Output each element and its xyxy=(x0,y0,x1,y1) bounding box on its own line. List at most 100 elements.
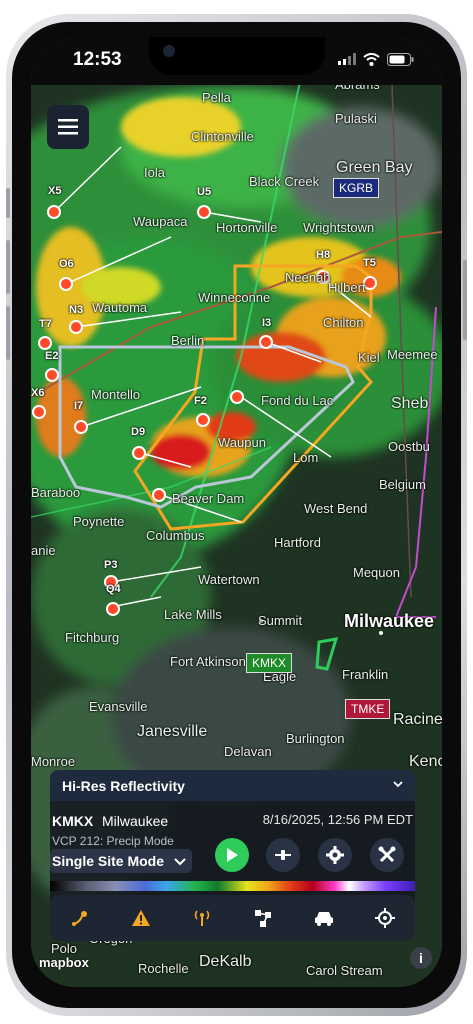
side-button xyxy=(6,240,10,294)
radar-site-tag[interactable]: KMKX xyxy=(246,653,293,673)
storm-tracks-button[interactable] xyxy=(66,904,94,932)
play-icon xyxy=(227,848,238,862)
map-label: Lom xyxy=(293,450,319,465)
storm-id: X6 xyxy=(31,387,45,399)
map-label: Milwaukee xyxy=(344,611,435,631)
site-details: KMKX Milwaukee 8/16/2025, 12:56 PM EDT V… xyxy=(50,801,415,908)
crosshair-icon xyxy=(374,908,395,928)
reflectivity-legend xyxy=(50,881,415,891)
network-icon xyxy=(254,910,271,927)
storm-tracks-icon xyxy=(72,911,88,926)
menu-button[interactable] xyxy=(47,105,89,149)
map-label: Watertown xyxy=(198,572,260,587)
side-button xyxy=(6,306,10,360)
map-label: Pulaski xyxy=(335,111,377,126)
storm-id: D9 xyxy=(131,426,146,438)
map-label: Burlington xyxy=(286,731,345,746)
chevron-down-icon xyxy=(174,858,186,866)
storm-id: P3 xyxy=(104,559,118,571)
storm-id: O6 xyxy=(59,258,74,270)
status-time: 12:53 xyxy=(73,49,122,70)
tools-button[interactable] xyxy=(370,838,404,872)
hamburger-icon xyxy=(58,119,78,135)
crosshair-button[interactable] xyxy=(371,904,399,932)
status-bar: 12:53 xyxy=(31,37,442,85)
map-label: Hartford xyxy=(274,535,321,550)
product-selector[interactable]: Hi-Res Reflectivity xyxy=(50,770,415,801)
map-label: Mequon xyxy=(353,565,400,580)
map-label: Rochelle xyxy=(138,961,189,976)
storm-id: N3 xyxy=(69,304,84,316)
map-label: Oostbu xyxy=(388,439,430,454)
map-label: Neenah xyxy=(285,270,331,285)
product-title: Hi-Res Reflectivity xyxy=(62,778,185,794)
map-label: Summit xyxy=(258,613,303,628)
map-label: Janesville xyxy=(137,723,208,740)
traffic-button[interactable] xyxy=(310,904,338,932)
app-screen: Pella Abrams Pulaski Clintonville Green … xyxy=(31,37,442,987)
wifi-icon xyxy=(363,52,380,66)
settings-button[interactable] xyxy=(318,838,352,872)
side-button xyxy=(463,260,467,340)
map-label: Fitchburg xyxy=(65,630,120,645)
map-label: Meemee xyxy=(387,347,438,362)
play-button[interactable] xyxy=(215,838,249,872)
battery-icon xyxy=(387,52,414,66)
radar-site-tag[interactable]: TMKE xyxy=(345,699,391,719)
map-label: Montello xyxy=(91,387,141,402)
map-label: Clintonville xyxy=(191,129,254,144)
map-label: Monroe xyxy=(31,754,76,769)
map-label: Waupaca xyxy=(133,214,188,229)
map-label: Green Bay xyxy=(336,159,413,176)
storm-id: H8 xyxy=(316,249,331,261)
storm-id: I7 xyxy=(74,400,84,412)
radar-tower-icon xyxy=(194,910,210,926)
tools-icon xyxy=(378,846,396,863)
map-label: Berlin xyxy=(171,333,205,348)
map-label: Belgium xyxy=(379,477,426,492)
mode-label: Single Site Mode xyxy=(52,853,165,869)
storm-id: F2 xyxy=(194,395,207,407)
radar-site-tag[interactable]: KGRB xyxy=(333,178,380,198)
map-label: Iola xyxy=(144,165,165,180)
storm-id: U5 xyxy=(197,186,212,198)
map-label: Kenosha xyxy=(409,753,442,770)
status-icons xyxy=(338,51,414,67)
info-button[interactable]: i xyxy=(410,947,432,969)
radar-tower-button[interactable] xyxy=(188,904,216,932)
site-name: Milwaukee xyxy=(102,813,169,829)
map-label: Carol Stream xyxy=(306,963,383,978)
map-label: Franklin xyxy=(342,667,389,682)
map-label: Fort Atkinson xyxy=(170,654,246,669)
mapbox-logo: mapbox xyxy=(39,955,89,970)
map-label: Polo xyxy=(51,941,78,956)
traffic-icon xyxy=(314,912,333,926)
map-label: Hilbert xyxy=(328,280,366,295)
network-button[interactable] xyxy=(249,904,277,932)
site-id: KMKX xyxy=(52,813,94,829)
map-label: Hortonville xyxy=(216,220,278,235)
map-label: Baraboo xyxy=(31,485,81,500)
map-label: DeKalb xyxy=(199,953,252,970)
map-label: Sheb xyxy=(391,395,429,412)
step-button[interactable] xyxy=(266,838,300,872)
signal-icon xyxy=(338,53,356,65)
storm-id: I3 xyxy=(262,317,272,329)
map-label: anie xyxy=(31,543,56,558)
map-label: Wrightstown xyxy=(303,220,375,235)
mode-dropdown[interactable]: Single Site Mode xyxy=(50,849,192,873)
map-label: Black Creek xyxy=(249,174,320,189)
alerts-button[interactable] xyxy=(127,904,155,932)
storm-id: E2 xyxy=(45,350,59,362)
map-label: Poynette xyxy=(73,514,125,529)
gear-icon xyxy=(326,846,344,864)
storm-id: Q4 xyxy=(106,583,121,595)
scan-datetime: 8/16/2025, 12:56 PM EDT xyxy=(262,812,413,827)
side-button xyxy=(6,188,10,218)
map-label: Columbus xyxy=(146,528,205,543)
map-label: Evansville xyxy=(89,699,148,714)
map-label: Waupun xyxy=(218,435,266,450)
map-label: Fond du Lac xyxy=(261,393,334,408)
map-label: West Bend xyxy=(304,501,368,516)
alerts-icon xyxy=(132,910,151,926)
